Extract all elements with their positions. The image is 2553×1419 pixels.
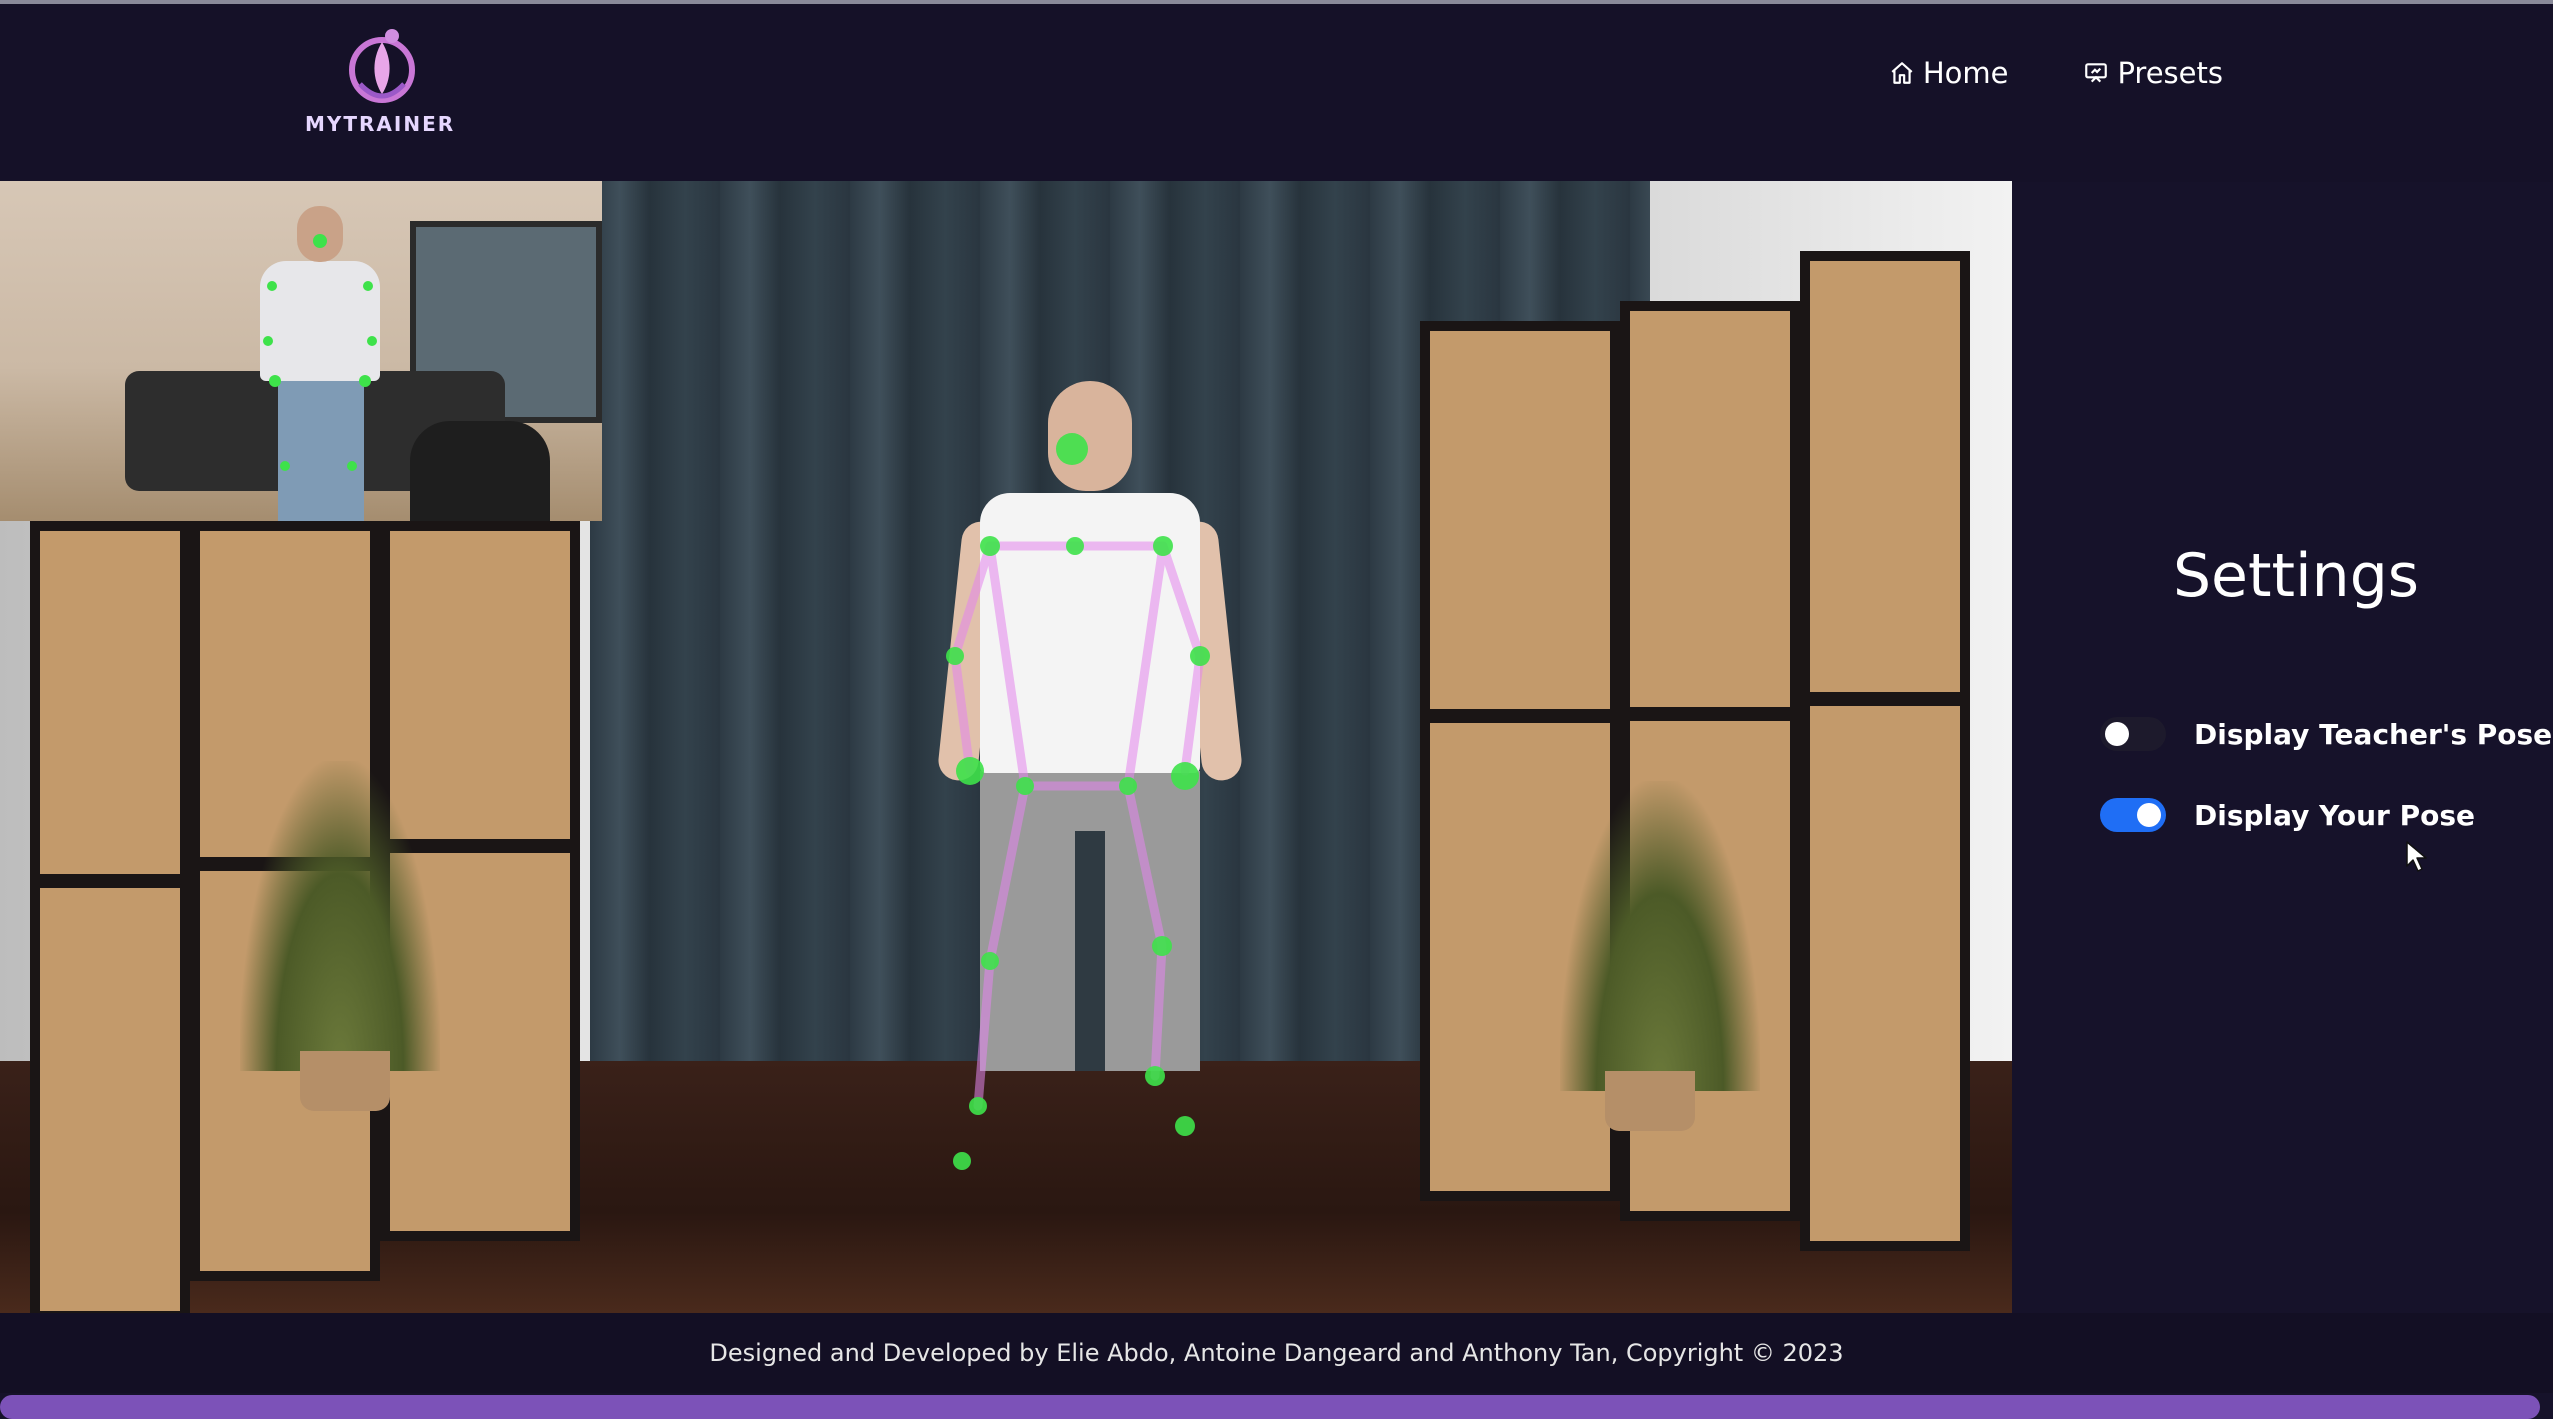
bottom-accent-bar — [0, 1395, 2540, 1419]
nav-presets-label: Presets — [2117, 56, 2223, 90]
nav-home[interactable]: Home — [1889, 56, 2009, 90]
settings-panel: Settings Display Teacher's Pose Display … — [2012, 181, 2553, 1313]
teacher-pose-label: Display Teacher's Pose — [2194, 717, 2553, 751]
toggle-knob — [2105, 722, 2129, 746]
presets-icon — [2085, 63, 2108, 83]
home-icon — [1891, 62, 1913, 84]
nav-presets[interactable]: Presets — [2083, 56, 2223, 90]
toggle-knob — [2137, 803, 2161, 827]
teacher-pose-toggle-row: Display Teacher's Pose — [2100, 717, 2552, 751]
webcam-preview — [0, 181, 602, 521]
your-pose-toggle-row: Display Your Pose — [2100, 798, 2475, 832]
footer-credits: Designed and Developed by Elie Abdo, Ant… — [709, 1339, 1844, 1367]
nav-home-label: Home — [1922, 56, 2009, 90]
teacher-pose-toggle[interactable] — [2100, 717, 2166, 751]
teacher-video — [0, 181, 2012, 1313]
page-footer: Designed and Developed by Elie Abdo, Ant… — [0, 1313, 2553, 1393]
logo-text: MYTRAINER — [305, 112, 456, 136]
main-nav: Home Presets — [1889, 56, 2223, 90]
app-header: MYTRAINER Home Presets — [0, 4, 2553, 182]
settings-title: Settings — [2172, 541, 2420, 611]
user-pose-skeleton — [263, 234, 377, 471]
mouse-cursor-icon — [2406, 841, 2427, 872]
your-pose-label: Display Your Pose — [2194, 798, 2476, 832]
your-pose-toggle[interactable] — [2100, 798, 2166, 832]
